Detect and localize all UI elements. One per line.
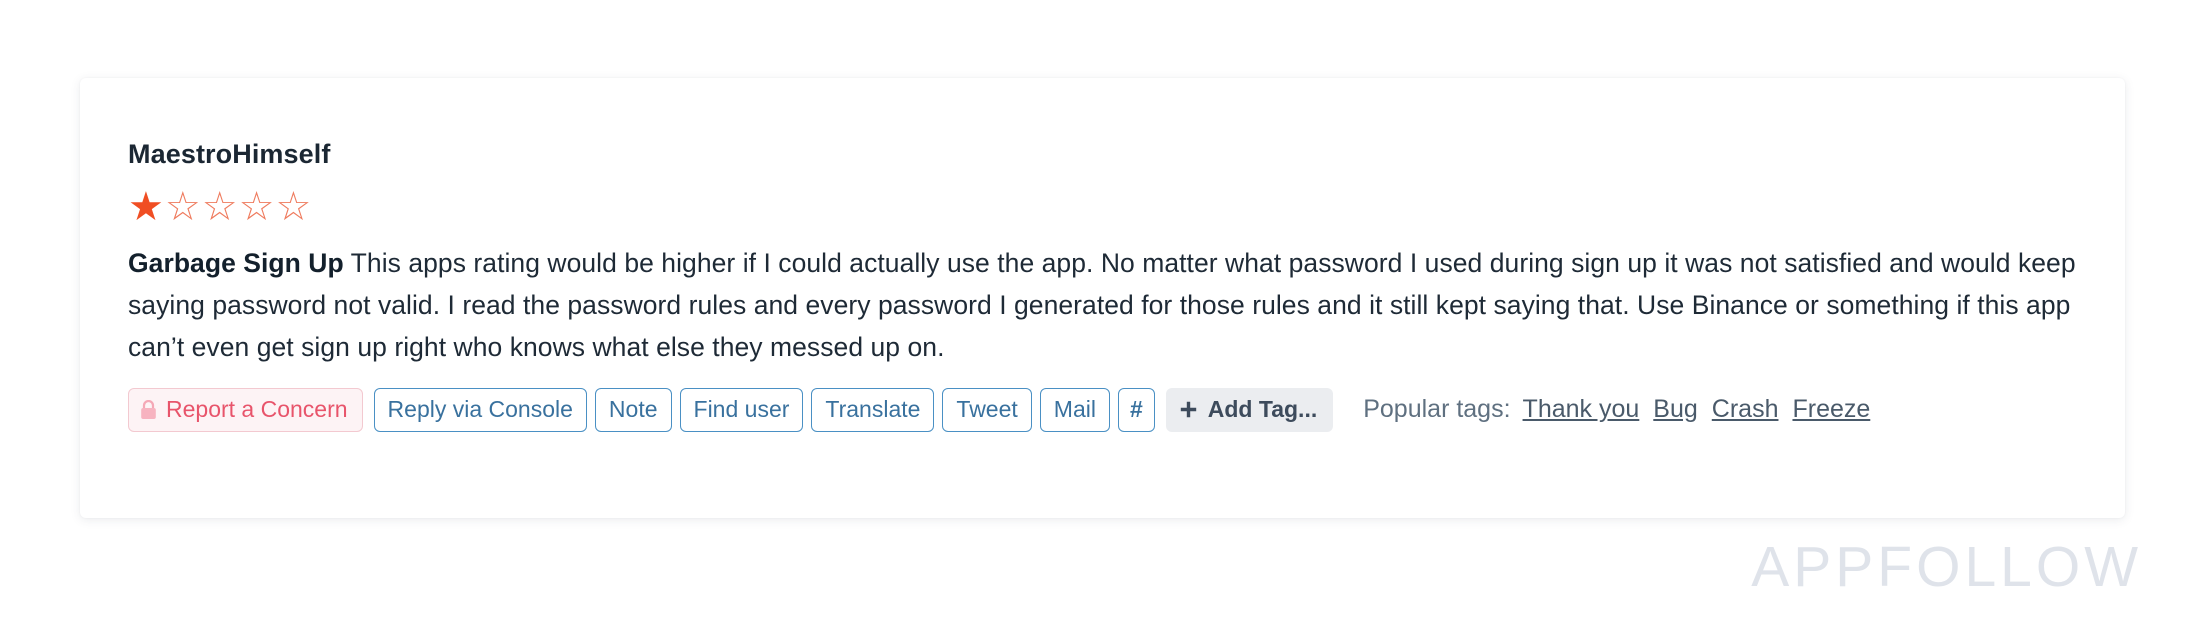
translate-label: Translate (825, 396, 921, 423)
popular-tags: Popular tags: Thank you Bug Crash Freeze (1363, 395, 1870, 424)
find-user-label: Find user (693, 396, 790, 423)
tag-link-freeze[interactable]: Freeze (1792, 395, 1870, 424)
mail-button[interactable]: Mail (1039, 387, 1110, 432)
plus-icon (1179, 400, 1198, 419)
review-action-bar: Report a Concern Reply via Console Note … (128, 387, 2077, 432)
tweet-label: Tweet (956, 396, 1018, 423)
tag-link-thank-you[interactable]: Thank you (1523, 395, 1640, 424)
lock-icon (140, 399, 157, 420)
review-author: MaestroHimself (128, 139, 331, 169)
star-empty-icon: ☆ (164, 183, 201, 230)
review-body-text: This apps rating would be higher if I co… (128, 247, 2076, 362)
find-user-button[interactable]: Find user (679, 387, 804, 432)
appfollow-watermark: APPFOLLOW (1751, 535, 2142, 599)
report-a-concern-button[interactable]: Report a Concern (128, 387, 363, 432)
note-label: Note (608, 396, 658, 423)
translate-button[interactable]: Translate (811, 387, 935, 432)
review-title: Garbage Sign Up (128, 247, 344, 278)
star-empty-icon: ☆ (201, 183, 238, 230)
mail-label: Mail (1053, 396, 1096, 423)
popular-tags-label: Popular tags: (1363, 395, 1511, 424)
star-empty-icon: ☆ (238, 183, 275, 230)
star-filled-icon: ★ (128, 183, 164, 230)
review-card-content: MaestroHimself ★ ☆ ☆ ☆ ☆ Garbage Sign Up… (128, 139, 2077, 432)
reply-via-console-label: Reply via Console (387, 396, 573, 423)
tag-link-crash[interactable]: Crash (1712, 395, 1779, 424)
add-tag-button[interactable]: Add Tag... (1165, 387, 1334, 432)
reply-via-console-button[interactable]: Reply via Console (373, 387, 587, 432)
add-tag-label: Add Tag... (1207, 396, 1318, 423)
screenshot-root: MaestroHimself ★ ☆ ☆ ☆ ☆ Garbage Sign Up… (0, 0, 2200, 634)
hashtag-button[interactable]: # (1117, 387, 1155, 432)
review-card: MaestroHimself ★ ☆ ☆ ☆ ☆ Garbage Sign Up… (80, 78, 2125, 518)
review-body: Garbage Sign Up This apps rating would b… (128, 242, 2077, 368)
tag-link-bug[interactable]: Bug (1653, 395, 1697, 424)
note-button[interactable]: Note (594, 387, 672, 432)
hashtag-label: # (1129, 396, 1143, 423)
star-empty-icon: ☆ (275, 183, 312, 230)
star-rating: ★ ☆ ☆ ☆ ☆ (128, 186, 2077, 228)
report-a-concern-label: Report a Concern (166, 396, 348, 423)
tweet-button[interactable]: Tweet (942, 387, 1032, 432)
